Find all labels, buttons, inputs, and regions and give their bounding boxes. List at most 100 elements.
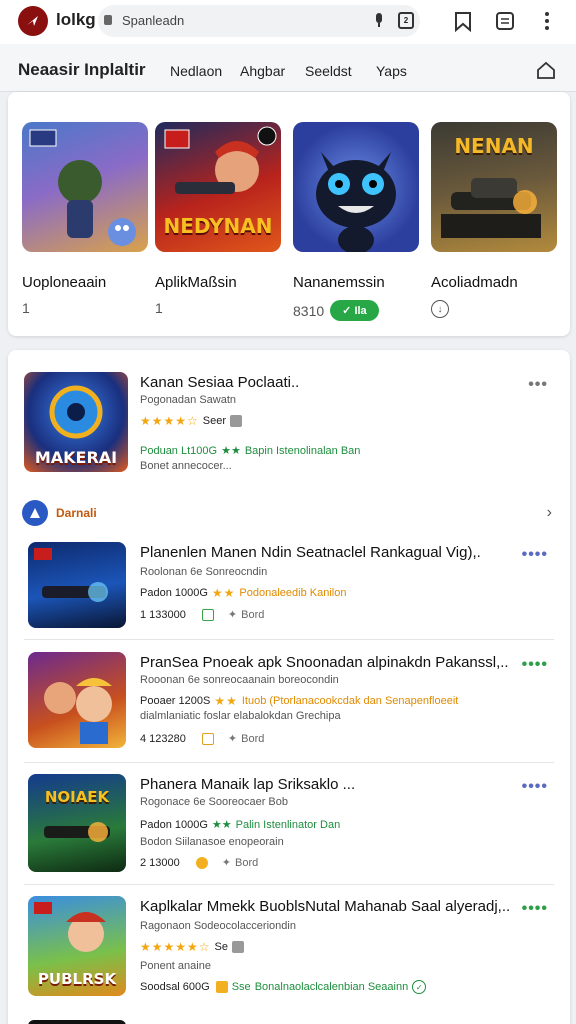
star-icon: ★★ [221,445,241,457]
chevron-right-icon[interactable]: › [547,504,552,522]
lock-icon [104,15,112,25]
app-title: Phanera Manaik lap Sriksaklo ... [140,776,356,793]
app-name: lolkg [56,10,96,29]
bookmark-icon[interactable] [452,10,474,32]
featured-meta: ↓ [431,300,449,318]
featured-title: Uoploneaain [22,274,107,291]
tab-1[interactable]: Nedlaon [170,63,222,79]
desc-text: Ponent anaine [140,960,211,972]
pin-icon: ✦ [227,609,238,621]
more-options-icon[interactable]: •••• [522,900,548,918]
mic-icon[interactable] [374,13,384,28]
app-icon [28,652,126,748]
download-count: 1 133000 [140,608,186,621]
info-row: Poduan Lt100G ★★ Bapin Istenolinalan Ban [140,444,361,458]
top-bar: lolkg Spanleadn 2 [0,0,576,44]
featured-title: AplikMaßsin [155,274,237,291]
app-publisher: Roolonan 6e Sonreocndin [140,566,268,578]
size-text: Poduan Lt100G [140,444,218,457]
app-list: MAKERAI Kanan Sesiaa Poclaati.. Pogonada… [8,350,570,1024]
featured-game-art[interactable]: NEDYNAN [155,122,281,252]
status-text: Bord [234,856,259,869]
featured-item[interactable]: Nananemssin 8310 ✓ Ila [293,122,419,321]
home-icon[interactable] [536,60,556,80]
featured-game-art[interactable]: NENAN [431,122,557,252]
featured-title: Nananemssin [293,274,385,291]
divider [24,762,554,763]
pin-icon: ✦ [227,733,238,745]
qr-icon[interactable]: 2 [398,12,414,29]
more-options-icon[interactable]: •••• [522,546,548,564]
menu-icon[interactable] [536,10,558,32]
section-label: Darnali [56,506,97,520]
featured-item[interactable]: Uoploneaain 1 [22,122,148,316]
search-bar[interactable]: Spanleadn 2 [98,5,420,37]
status-text: Bord [241,732,265,745]
size-text: Soodsal 600G [140,981,210,993]
pin-icon: ✦ [221,857,231,869]
rating-text: Seer [202,415,227,427]
featured-item[interactable]: NENAN Acoliadmadn ↓ [431,122,557,318]
install-label: Ila [354,305,367,317]
stats-row: Soodsal 600G Sse Bonalnaolaclcalenbian S… [140,980,427,994]
featured-game-art[interactable] [22,122,148,252]
featured-game-art[interactable] [293,122,419,252]
info-row: Padon 1000G ★★ Podonaleedib Kanilon [140,586,346,600]
logo-arrow-icon [27,16,38,26]
app-icon-label: NOIAEK [44,788,110,806]
app-publisher: Rogonace 6e Sooreocaer Bob [140,796,288,808]
more-options-icon[interactable]: •••• [522,656,548,674]
badge-icon [215,981,228,993]
section-header[interactable]: Darnali [22,500,97,526]
app-title: Kanan Sesiaa Poclaati.. [140,374,300,391]
featured-art-label: NEDYNAN [163,214,273,238]
divider [24,639,554,640]
tabs-icon[interactable] [494,10,516,32]
download-count: 2 13000 [140,856,180,869]
stats-row: 2 13000 ✦ Bord [140,856,258,869]
divider [24,884,554,885]
star-rating: ★★★★☆ [140,414,199,428]
app-publisher: Pogonadan Sawatn [140,394,237,406]
check-icon: ✓ [342,305,355,317]
featured-meta: 8310 ✓ Ila [293,300,379,321]
tab-3[interactable]: Seeldst [305,63,352,79]
badge-icon [195,856,208,869]
app-icon: NOIAEK [28,774,126,872]
search-placeholder[interactable]: Spanleadn [122,13,184,28]
app-title: Kaplkalar Mmekk BuoblsNutal Mahanab Saal… [140,898,511,915]
badge-icon [232,941,245,953]
next-item-preview [28,1020,126,1024]
star-rating: ★★★★★☆ [140,940,211,954]
tab-4[interactable]: Yaps [376,63,407,79]
featured-meta: 1 [155,300,163,316]
star-icon: ★★ [211,819,232,831]
stats-row: 4 123280 ✦ Bord [140,732,264,745]
featured-count: 1 [22,300,30,316]
badge-icon [201,608,214,621]
more-options-icon[interactable]: •••• [522,778,548,796]
star-icon: ★★ [214,694,238,708]
desc-text: Bodon Siilanasoe enopeorain [140,836,284,848]
download-icon[interactable]: ↓ [431,300,449,318]
app-icon-label: MAKERAI [34,448,118,467]
tab-2[interactable]: Ahgbar [240,63,285,79]
category-text: Palin Istenlinator Dan [235,818,341,831]
info-row: Padon 1000G ★★ Palin Istenlinator Dan [140,818,341,832]
app-publisher: Rooonan 6e sonreocaanain boreocondin [140,674,339,686]
app-title: PranSea Pnoeak apk Snoonadan alpinakdn P… [140,654,509,671]
category-text: Ituob (Ptorlanacookcdak dan Senapenfloee… [241,695,459,707]
star-icon: ★★ [211,586,236,600]
featured-art-label: NENAN [454,134,534,158]
desc-text: dialmlaniatic foslar elabalokdan Grechip… [140,710,341,722]
app-icon [28,542,126,628]
featured-count: 1 [155,300,163,316]
category-text: Bapin Istenolinalan Ban [244,444,361,457]
more-options-icon[interactable]: ••• [528,376,548,394]
section-icon [22,500,48,526]
featured-meta: 1 [22,300,30,316]
featured-item[interactable]: NEDYNAN AplikMaßsin 1 [155,122,281,316]
rating-row: ★★★★★☆ Se [140,940,245,954]
install-button[interactable]: ✓ Ila [330,300,379,321]
app-logo[interactable] [18,6,48,36]
